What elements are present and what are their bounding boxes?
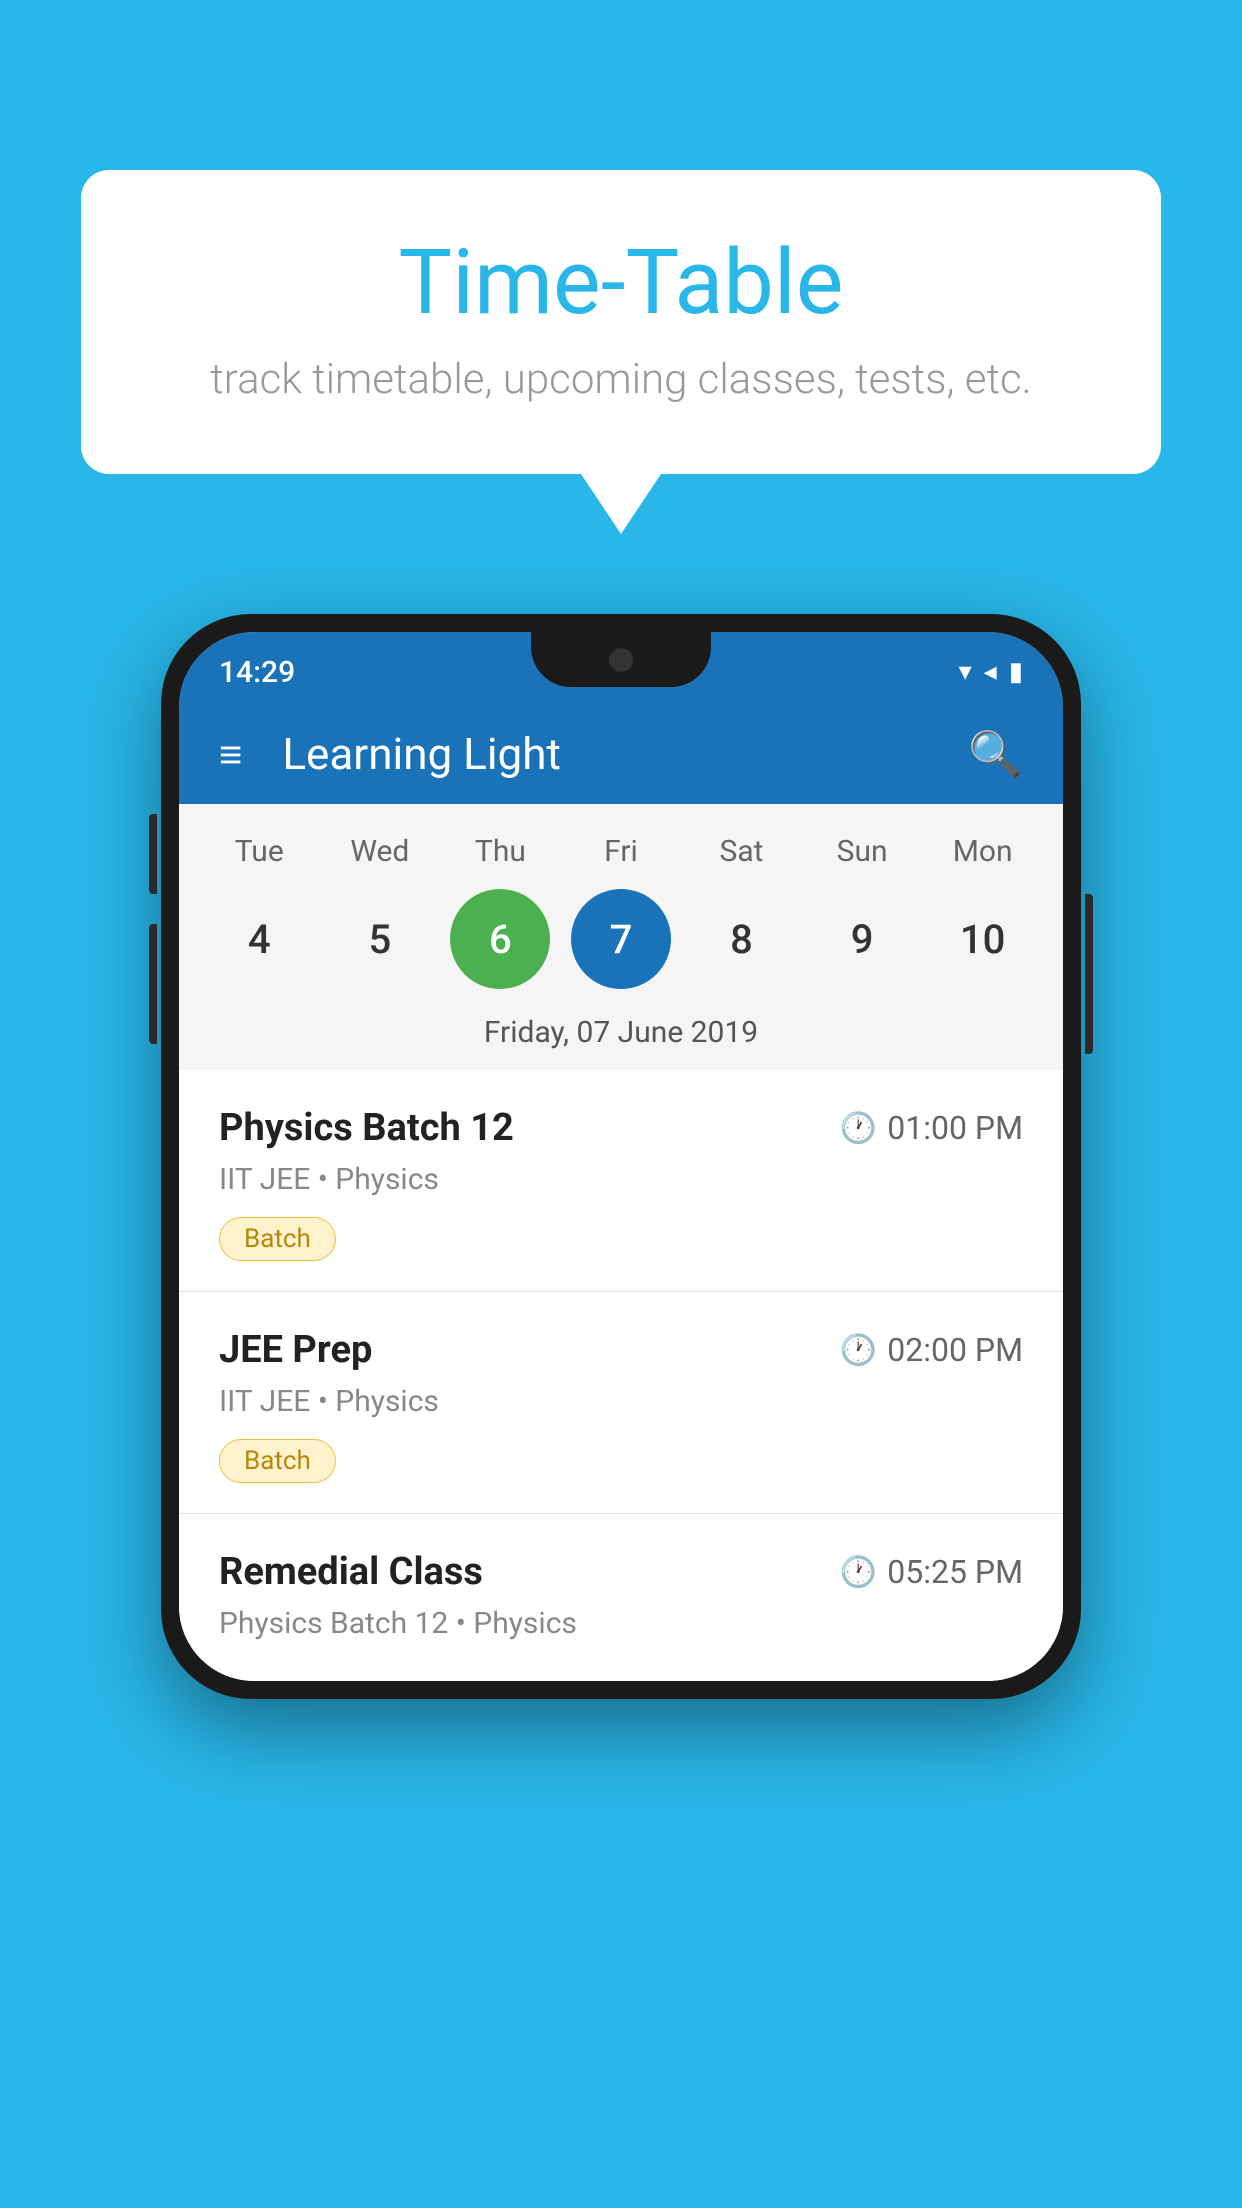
schedule-item-2-time-text: 02:00 PM	[887, 1331, 1023, 1369]
power-button	[1085, 894, 1093, 1054]
day-sat: Sat	[692, 834, 792, 869]
schedule-item-1-header: Physics Batch 12 🕐 01:00 PM	[219, 1106, 1023, 1150]
wifi-icon: ▾	[959, 657, 972, 687]
volume-down-button	[149, 924, 157, 1044]
status-bar: 14:29 ▾ ◂ ▮	[179, 632, 1063, 704]
day-fri: Fri	[571, 834, 671, 869]
schedule-item-3-subtitle: Physics Batch 12 • Physics	[219, 1606, 1023, 1641]
schedule-item-1-time-text: 01:00 PM	[887, 1109, 1023, 1147]
days-header: Tue Wed Thu Fri Sat Sun Mon	[179, 824, 1063, 879]
battery-icon: ▮	[1009, 657, 1023, 687]
schedule-list: Physics Batch 12 🕐 01:00 PM IIT JEE • Ph…	[179, 1070, 1063, 1681]
batch-tag-2: Batch	[219, 1439, 336, 1483]
schedule-item-3-time: 🕐 05:25 PM	[840, 1553, 1023, 1591]
clock-icon-2: 🕐	[840, 1333, 877, 1368]
status-time: 14:29	[219, 655, 295, 690]
schedule-item-2-header: JEE Prep 🕐 02:00 PM	[219, 1328, 1023, 1372]
speech-bubble: Time-Table track timetable, upcoming cla…	[81, 170, 1161, 474]
date-7-selected[interactable]: 7	[571, 889, 671, 989]
date-8[interactable]: 8	[692, 889, 792, 989]
schedule-item-3[interactable]: Remedial Class 🕐 05:25 PM Physics Batch …	[179, 1514, 1063, 1681]
day-tue: Tue	[209, 834, 309, 869]
hamburger-icon[interactable]: ≡	[219, 731, 242, 778]
schedule-item-3-title: Remedial Class	[219, 1550, 483, 1594]
camera	[609, 648, 633, 672]
selected-date-label: Friday, 07 June 2019	[179, 1005, 1063, 1070]
feature-title: Time-Table	[161, 230, 1081, 335]
status-icons: ▾ ◂ ▮	[959, 657, 1023, 687]
calendar-strip: Tue Wed Thu Fri Sat Sun Mon 4 5 6 7 8 9 …	[179, 804, 1063, 1070]
app-title: Learning Light	[282, 728, 968, 780]
schedule-item-2-time: 🕐 02:00 PM	[840, 1331, 1023, 1369]
schedule-item-3-time-text: 05:25 PM	[887, 1553, 1023, 1591]
clock-icon-1: 🕐	[840, 1111, 877, 1146]
schedule-item-1-subtitle: IIT JEE • Physics	[219, 1162, 1023, 1197]
app-header: ≡ Learning Light 🔍	[179, 704, 1063, 804]
date-5[interactable]: 5	[330, 889, 430, 989]
dates-row: 4 5 6 7 8 9 10	[179, 879, 1063, 1005]
day-sun: Sun	[812, 834, 912, 869]
date-9[interactable]: 9	[812, 889, 912, 989]
date-6-today[interactable]: 6	[450, 889, 550, 989]
schedule-item-2-title: JEE Prep	[219, 1328, 372, 1372]
phone-screen: 14:29 ▾ ◂ ▮ ≡ Learning Light 🔍 Tue	[179, 632, 1063, 1681]
feature-subtitle: track timetable, upcoming classes, tests…	[161, 355, 1081, 404]
phone-notch	[531, 632, 711, 687]
schedule-item-3-header: Remedial Class 🕐 05:25 PM	[219, 1550, 1023, 1594]
speech-bubble-arrow	[581, 474, 661, 534]
schedule-item-1-time: 🕐 01:00 PM	[840, 1109, 1023, 1147]
phone-frame: 14:29 ▾ ◂ ▮ ≡ Learning Light 🔍 Tue	[161, 614, 1081, 1699]
schedule-item-1[interactable]: Physics Batch 12 🕐 01:00 PM IIT JEE • Ph…	[179, 1070, 1063, 1292]
schedule-item-2-subtitle: IIT JEE • Physics	[219, 1384, 1023, 1419]
search-icon[interactable]: 🔍	[968, 728, 1023, 780]
phone-mockup: 14:29 ▾ ◂ ▮ ≡ Learning Light 🔍 Tue	[131, 614, 1111, 1699]
batch-tag-1: Batch	[219, 1217, 336, 1261]
date-4[interactable]: 4	[209, 889, 309, 989]
day-mon: Mon	[933, 834, 1033, 869]
schedule-item-2[interactable]: JEE Prep 🕐 02:00 PM IIT JEE • Physics Ba…	[179, 1292, 1063, 1514]
day-thu: Thu	[450, 834, 550, 869]
day-wed: Wed	[330, 834, 430, 869]
signal-icon: ◂	[984, 657, 997, 687]
volume-up-button	[149, 814, 157, 894]
schedule-item-1-title: Physics Batch 12	[219, 1106, 514, 1150]
speech-bubble-section: Time-Table track timetable, upcoming cla…	[81, 170, 1161, 534]
date-10[interactable]: 10	[933, 889, 1033, 989]
clock-icon-3: 🕐	[840, 1555, 877, 1590]
